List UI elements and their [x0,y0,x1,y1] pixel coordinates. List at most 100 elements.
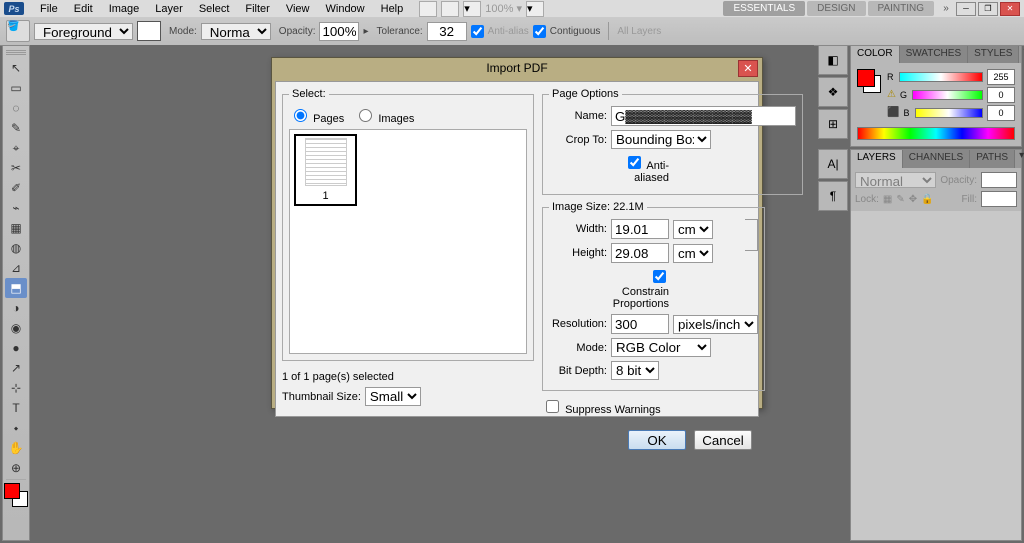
workspace-essentials[interactable]: ESSENTIALS [723,1,805,16]
dialog-title-bar[interactable]: Import PDF ✕ [272,58,762,78]
character-panel-icon[interactable]: A| [818,149,848,179]
move-tool[interactable]: ↖ [5,58,27,78]
layers-panel-menu-icon[interactable]: ▾≡ [1015,150,1024,168]
tolerance-input[interactable] [427,22,467,41]
bitdepth-select[interactable]: 8 bit [611,361,659,380]
paragraph-panel-icon[interactable]: ¶ [818,181,848,211]
images-radio[interactable] [359,109,372,122]
hand-tool[interactable]: ✋ [5,438,27,458]
antialiased-checkbox[interactable] [628,156,641,169]
thumbnails-area[interactable]: 1 [289,129,527,354]
crop-select[interactable]: Bounding Box [611,130,711,149]
arrange-docs-icon[interactable]: ▾ [526,1,544,17]
g-slider[interactable] [912,90,983,100]
color-ramp[interactable] [857,127,1015,140]
wand-tool[interactable]: ✎ [5,118,27,138]
height-input[interactable] [611,243,669,263]
menu-filter[interactable]: Filter [237,3,277,15]
menu-select[interactable]: Select [191,3,238,15]
tab-channels[interactable]: CHANNELS [903,150,970,168]
eraser-tool[interactable]: ⊿ [5,258,27,278]
pen-tool[interactable]: ● [5,338,27,358]
constrain-checkbox-label[interactable]: Constrain Proportions [611,267,669,310]
layer-fill-input[interactable] [981,191,1017,207]
dodge-tool[interactable]: ◉ [5,318,27,338]
window-close-icon[interactable]: ✕ [1000,2,1020,16]
suppress-checkbox-label[interactable]: Suppress Warnings [542,397,661,416]
zoom-tool[interactable]: ⊕ [5,458,27,478]
color-panel-swatch[interactable] [857,69,881,93]
screen-mode-icon[interactable]: ▾ [463,1,481,17]
masks-panel-icon[interactable]: ⊞ [818,109,848,139]
menu-layer[interactable]: Layer [147,3,191,15]
tab-swatches[interactable]: SWATCHES [900,46,969,63]
r-slider[interactable] [899,72,983,82]
r-value[interactable] [987,69,1015,85]
adjustments-panel-icon[interactable]: ❖ [818,77,848,107]
lock-pos-icon[interactable]: ✥ [909,194,917,205]
resolution-unit-select[interactable]: pixels/inch [673,315,758,334]
menu-help[interactable]: Help [373,3,412,15]
tool-preset-icon[interactable]: 🪣 [6,20,30,42]
window-minimize-icon[interactable]: ─ [956,2,976,16]
antialiased-checkbox-label[interactable]: Anti-aliased [611,153,669,184]
marquee-tool[interactable]: ▭ [5,78,27,98]
blur-tool[interactable]: ◑ [5,298,27,318]
fill-source-select[interactable]: Foreground [34,23,133,40]
brush-tool[interactable]: ⌁ [5,198,27,218]
healing-tool[interactable]: ✐ [5,178,27,198]
pattern-swatch[interactable] [137,21,161,41]
history-brush-tool[interactable]: ◍ [5,238,27,258]
stamp-tool[interactable]: ▦ [5,218,27,238]
lock-pixels-icon[interactable]: ✎ [896,194,904,205]
color-panel-menu-icon[interactable]: ▾≡ [1019,46,1024,63]
layer-blend-select[interactable]: Normal [855,172,936,188]
colormode-select[interactable]: RGB Color [611,338,711,357]
tab-styles[interactable]: STYLES [968,46,1019,63]
constrain-link-icon[interactable] [745,219,758,251]
b-value[interactable] [987,105,1015,121]
menu-view[interactable]: View [278,3,318,15]
pages-radio[interactable] [294,109,307,122]
images-radio-label[interactable]: Images [354,106,414,125]
bucket-tool[interactable]: ⬒ [5,278,27,298]
shape-tool[interactable]: T [5,398,27,418]
path-tool[interactable]: ⊹ [5,378,27,398]
contiguous-checkbox[interactable] [533,25,546,38]
width-input[interactable] [611,219,669,239]
constrain-checkbox[interactable] [653,270,666,283]
workspace-design[interactable]: DESIGN [807,1,865,16]
blend-mode-select[interactable]: Normal [201,23,271,40]
fg-bg-swatch[interactable] [4,483,28,507]
menu-window[interactable]: Window [318,3,373,15]
layer-opacity-input[interactable] [981,172,1017,188]
eyedropper-tool[interactable]: ✂ [5,158,27,178]
launch-bridge-icon[interactable] [419,1,437,17]
tab-color[interactable]: COLOR [851,46,900,63]
name-input[interactable] [611,106,796,126]
fg-color-swatch[interactable] [4,483,20,499]
cancel-button[interactable]: Cancel [694,430,752,450]
ok-button[interactable]: OK [628,430,686,450]
lasso-tool[interactable]: ◌ [5,98,27,118]
b-slider[interactable] [915,108,983,118]
opacity-input[interactable] [319,22,359,41]
pages-radio-label[interactable]: Pages [289,106,344,125]
suppress-checkbox[interactable] [546,400,559,413]
tab-layers[interactable]: LAYERS [851,150,903,168]
menu-file[interactable]: File [32,3,66,15]
more-workspaces-icon[interactable]: » [940,3,952,15]
page-thumbnail-1[interactable]: 1 [294,134,357,206]
lock-all-icon[interactable]: 🔒 [921,194,933,205]
menu-image[interactable]: Image [101,3,148,15]
type-tool[interactable]: ↗ [5,358,27,378]
thumb-size-select[interactable]: Small [365,387,421,406]
toolbar-handle[interactable] [6,50,26,56]
resolution-input[interactable] [611,314,669,334]
width-unit-select[interactable]: cm [673,220,713,239]
menu-edit[interactable]: Edit [66,3,101,15]
3d-tool[interactable]: ⬩ [5,418,27,438]
crop-tool[interactable]: ⌖ [5,138,27,158]
tab-paths[interactable]: PATHS [970,150,1015,168]
antialias-checkbox[interactable] [471,25,484,38]
